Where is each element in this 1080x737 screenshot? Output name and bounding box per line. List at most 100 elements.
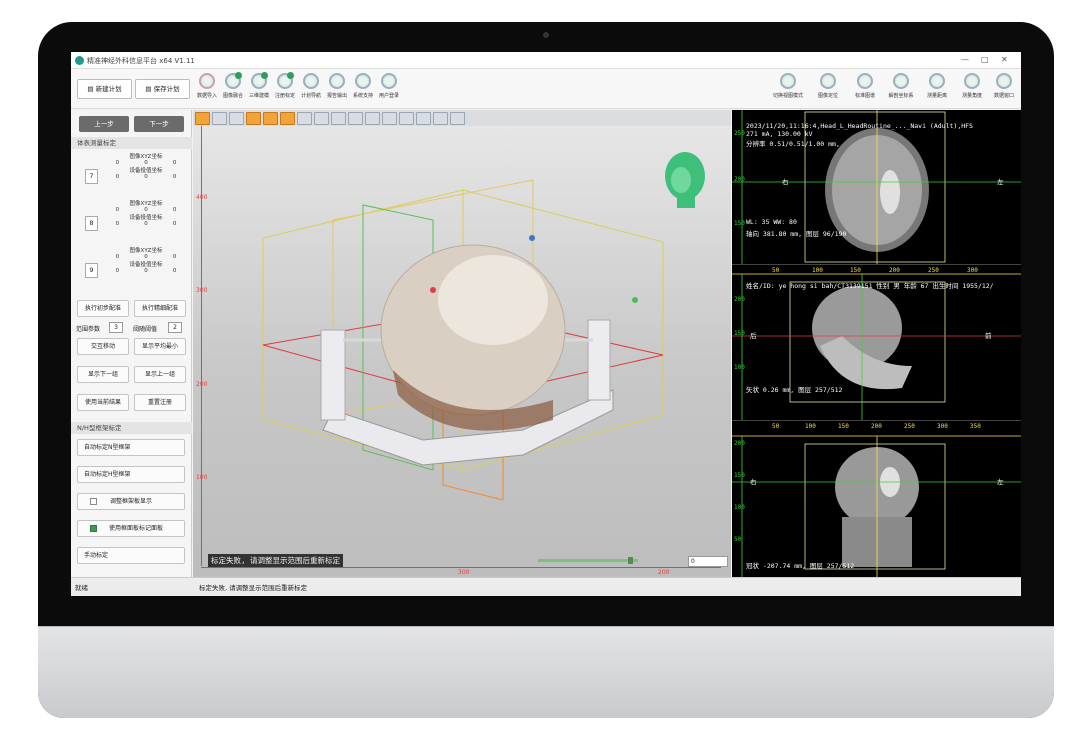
coronal-side-left: 右 — [750, 478, 757, 486]
refresh-icon — [355, 73, 371, 89]
tool-label: 计划导航 — [300, 93, 321, 99]
status-message: 标定失败, 请调整显示范围后重新标定 — [199, 584, 308, 592]
image-coords-label: 图像XYZ坐标 — [129, 154, 163, 160]
sagittal-slice-view[interactable]: 50 100 150 200 250 300 姓名/ID: ye hong si… — [732, 266, 1021, 421]
section-frame-calibration: N/H型框架标定 — [71, 422, 192, 434]
switch-view-mode-tool[interactable]: 切换视图模式 — [771, 73, 805, 99]
device-coords-label: 设备投值坐标 — [129, 262, 163, 268]
gradient-threshold-label: 阈随阈值 — [133, 326, 158, 333]
refresh-icon — [929, 73, 945, 89]
exec-fine-registration-button[interactable]: 执行精细配准 — [134, 300, 186, 317]
x-tick: 150 — [838, 423, 849, 430]
registration-tool[interactable]: 注册标定 — [272, 72, 298, 99]
x-tick: 200 — [889, 267, 900, 274]
use-frame-marker-checkbox[interactable] — [90, 525, 97, 532]
x-tick: 300 — [937, 423, 948, 430]
adjust-frame-display-row[interactable]: 调整框架板显示 — [77, 493, 185, 510]
tool-label: 标准图谱 — [854, 93, 875, 99]
coord-value: 0 — [115, 221, 120, 227]
sagittal-footer: 矢状 0.26 mm, 图层 257/512 — [746, 386, 843, 394]
refresh-icon — [964, 73, 980, 89]
exec-initial-registration-button[interactable]: 执行初步配准 — [77, 300, 129, 317]
coord-value: 0 — [172, 254, 177, 260]
status-ready: 就绪 — [75, 584, 88, 592]
coord-value: 0 — [115, 174, 120, 180]
refresh-icon — [893, 73, 909, 89]
slider-knob[interactable] — [628, 557, 633, 564]
measure-angle-tool[interactable]: 测量角度 — [956, 73, 988, 99]
calibration-message-overlay: 标定失败, 请调整显示范围后重新标定 — [208, 554, 344, 567]
point-number-8[interactable]: 8 — [85, 216, 98, 231]
axial-slice-view[interactable]: 2023/11/20,11:16:4,Head_L_HeadRoutine_..… — [732, 110, 1021, 265]
data-import-tool[interactable]: 数据导入 — [194, 73, 220, 99]
interactive-move-button[interactable]: 交互移动 — [77, 338, 129, 355]
auto-calibrate-n-frame-button[interactable]: 自动标定N型框架 — [77, 439, 185, 456]
tool-label: 系统支持 — [352, 93, 373, 99]
x-tick: 200 — [871, 423, 882, 430]
reset-registration-button[interactable]: 重置注册 — [134, 394, 186, 411]
sagittal-side-right: 前 — [985, 332, 992, 340]
report-output-tool[interactable]: 报告输出 — [324, 73, 350, 99]
close-button[interactable]: ✕ — [1001, 55, 1008, 64]
orientation-head-icon[interactable] — [655, 148, 715, 210]
point-9-coords: 图像XYZ坐标 000 设备投值坐标 000 — [103, 246, 189, 274]
new-plan-label: 新建计划 — [95, 85, 122, 93]
use-frame-marker-row[interactable]: 使用框面板标记面板 — [77, 520, 185, 537]
show-prev-group-button[interactable]: 显示上一组 — [134, 366, 186, 383]
system-support-tool[interactable]: 系统支持 — [350, 73, 376, 99]
image-fusion-tool[interactable]: 图像融合 — [220, 72, 246, 99]
x-tick: 250 — [904, 423, 915, 430]
opacity-slider[interactable] — [538, 557, 638, 564]
refresh-icon — [251, 72, 268, 89]
axial-window-level: WL: 35 WW: 80 — [746, 218, 797, 226]
plan-navigation-tool[interactable]: 计划导航 — [298, 73, 324, 99]
tool-label: 图像融合 — [222, 93, 243, 99]
refresh-icon — [329, 73, 345, 89]
save-plan-button[interactable]: ▤ 保存计划 — [135, 79, 190, 99]
coronal-side-right: 左 — [997, 478, 1004, 486]
x-tick: 350 — [970, 423, 981, 430]
3d-model-tool[interactable]: 三维建模 — [246, 72, 272, 99]
show-next-group-button[interactable]: 显示下一组 — [77, 366, 129, 383]
app-window: 精准神经外科信息平台 x64 V1.11 — □ ✕ ▤ 新建计划 ▤ 保存计划… — [71, 52, 1021, 596]
point-8-coords: 图像XYZ坐标 000 设备投值坐标 000 — [103, 199, 189, 227]
auto-calibrate-h-frame-button[interactable]: 自动标定H型框架 — [77, 466, 185, 483]
anatomy-coords-tool[interactable]: 解剖坐标系 — [884, 73, 918, 99]
axial-side-left: 右 — [782, 178, 789, 186]
refresh-icon — [225, 72, 242, 89]
point-number-9[interactable]: 9 — [85, 263, 98, 278]
coronal-slice-view[interactable]: 50 100 150 200 250 300 350 右 左 冠状 -207.7… — [732, 422, 1021, 577]
adjust-frame-label: 调整框架板显示 — [109, 498, 152, 505]
next-step-button[interactable]: 下一步 — [134, 116, 184, 132]
adjust-frame-checkbox[interactable] — [90, 498, 97, 505]
sagittal-side-left: 后 — [750, 332, 757, 340]
maximize-button[interactable]: □ — [981, 55, 989, 64]
monitor-frame: 精准神经外科信息平台 x64 V1.11 — □ ✕ ▤ 新建计划 ▤ 保存计划… — [38, 22, 1054, 718]
image-locate-tool[interactable]: 图像定位 — [812, 73, 844, 99]
3d-viewport[interactable]: 400 300 200 100 300 200 标定失败, 请调整显示范围后重新… — [193, 110, 731, 577]
user-login-tool[interactable]: 用户登录 — [376, 73, 402, 99]
image-coords-label: 图像XYZ坐标 — [129, 248, 163, 254]
standard-atlas-tool[interactable]: 标准图谱 — [849, 73, 881, 99]
show-avg-min-button[interactable]: 显示平均最小 — [134, 338, 186, 355]
point-number-7[interactable]: 7 — [85, 169, 98, 184]
prev-step-button[interactable]: 上一步 — [79, 116, 129, 132]
coord-value: 0 — [115, 207, 120, 213]
gradient-threshold-input[interactable]: 2 — [168, 322, 182, 333]
range-param-input[interactable]: 3 — [109, 322, 123, 333]
main-toolbar: ▤ 新建计划 ▤ 保存计划 数据导入 图像融合 三维建模 注册标定 计划导航 报… — [71, 69, 1021, 109]
new-plan-button[interactable]: ▤ 新建计划 — [77, 79, 132, 99]
y-tick: 150 — [734, 472, 745, 479]
x-tick: 50 — [772, 423, 780, 430]
skull-3d-scene — [262, 179, 664, 501]
coord-value: 0 — [172, 268, 177, 274]
tool-label: 测量距离 — [926, 93, 947, 99]
manual-calibration-button[interactable]: 手动标定 — [77, 547, 185, 564]
measure-distance-tool[interactable]: 测量距离 — [921, 73, 953, 99]
use-current-result-button[interactable]: 使用当前结果 — [77, 394, 129, 411]
data-window-tool[interactable]: 数据窗口 — [988, 73, 1020, 99]
slider-value-input[interactable]: 0 — [688, 556, 728, 567]
section-fiducial: 体表测量标定 — [71, 137, 192, 149]
coronal-footer: 冠状 -207.74 mm, 图层 257/512 — [746, 562, 855, 570]
minimize-button[interactable]: — — [961, 55, 969, 64]
